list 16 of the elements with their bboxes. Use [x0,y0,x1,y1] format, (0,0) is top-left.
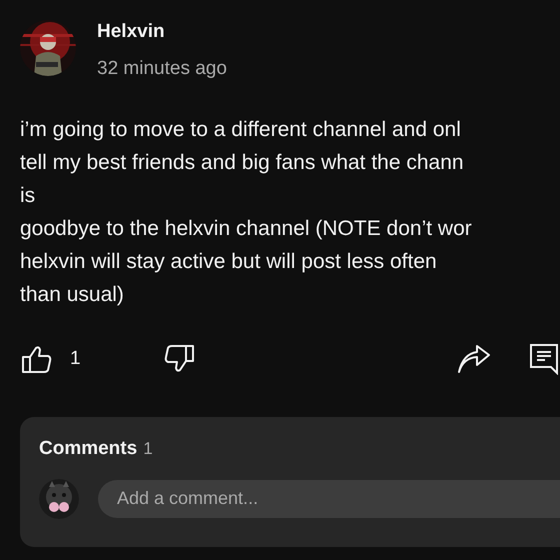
comment-icon[interactable] [528,343,559,375]
post-text-line: than usual) [20,282,124,308]
like-count: 1 [70,346,81,371]
post-text-line: i’m going to move to a different channel and onl [20,117,461,143]
author-name[interactable]: Helxvin [97,20,227,44]
comments-title: Comments [39,437,138,461]
comment-field[interactable]: Add a comment... [98,480,560,518]
post-text-line: tell my best friends and big fans what the chann [20,150,464,176]
thumbs-down-icon[interactable] [162,344,195,374]
comment-count: 1 [143,438,153,460]
thumbs-up-icon[interactable] [21,344,53,374]
post-text-line: is [20,183,36,209]
post-time: 32 minutes ago [97,57,227,81]
share-icon[interactable] [456,344,491,374]
post-text-line: goodbye to the helxvin channel (NOTE don’t wor [20,216,472,242]
post-text-line: helxvin will stay active but will post less often [20,249,437,275]
